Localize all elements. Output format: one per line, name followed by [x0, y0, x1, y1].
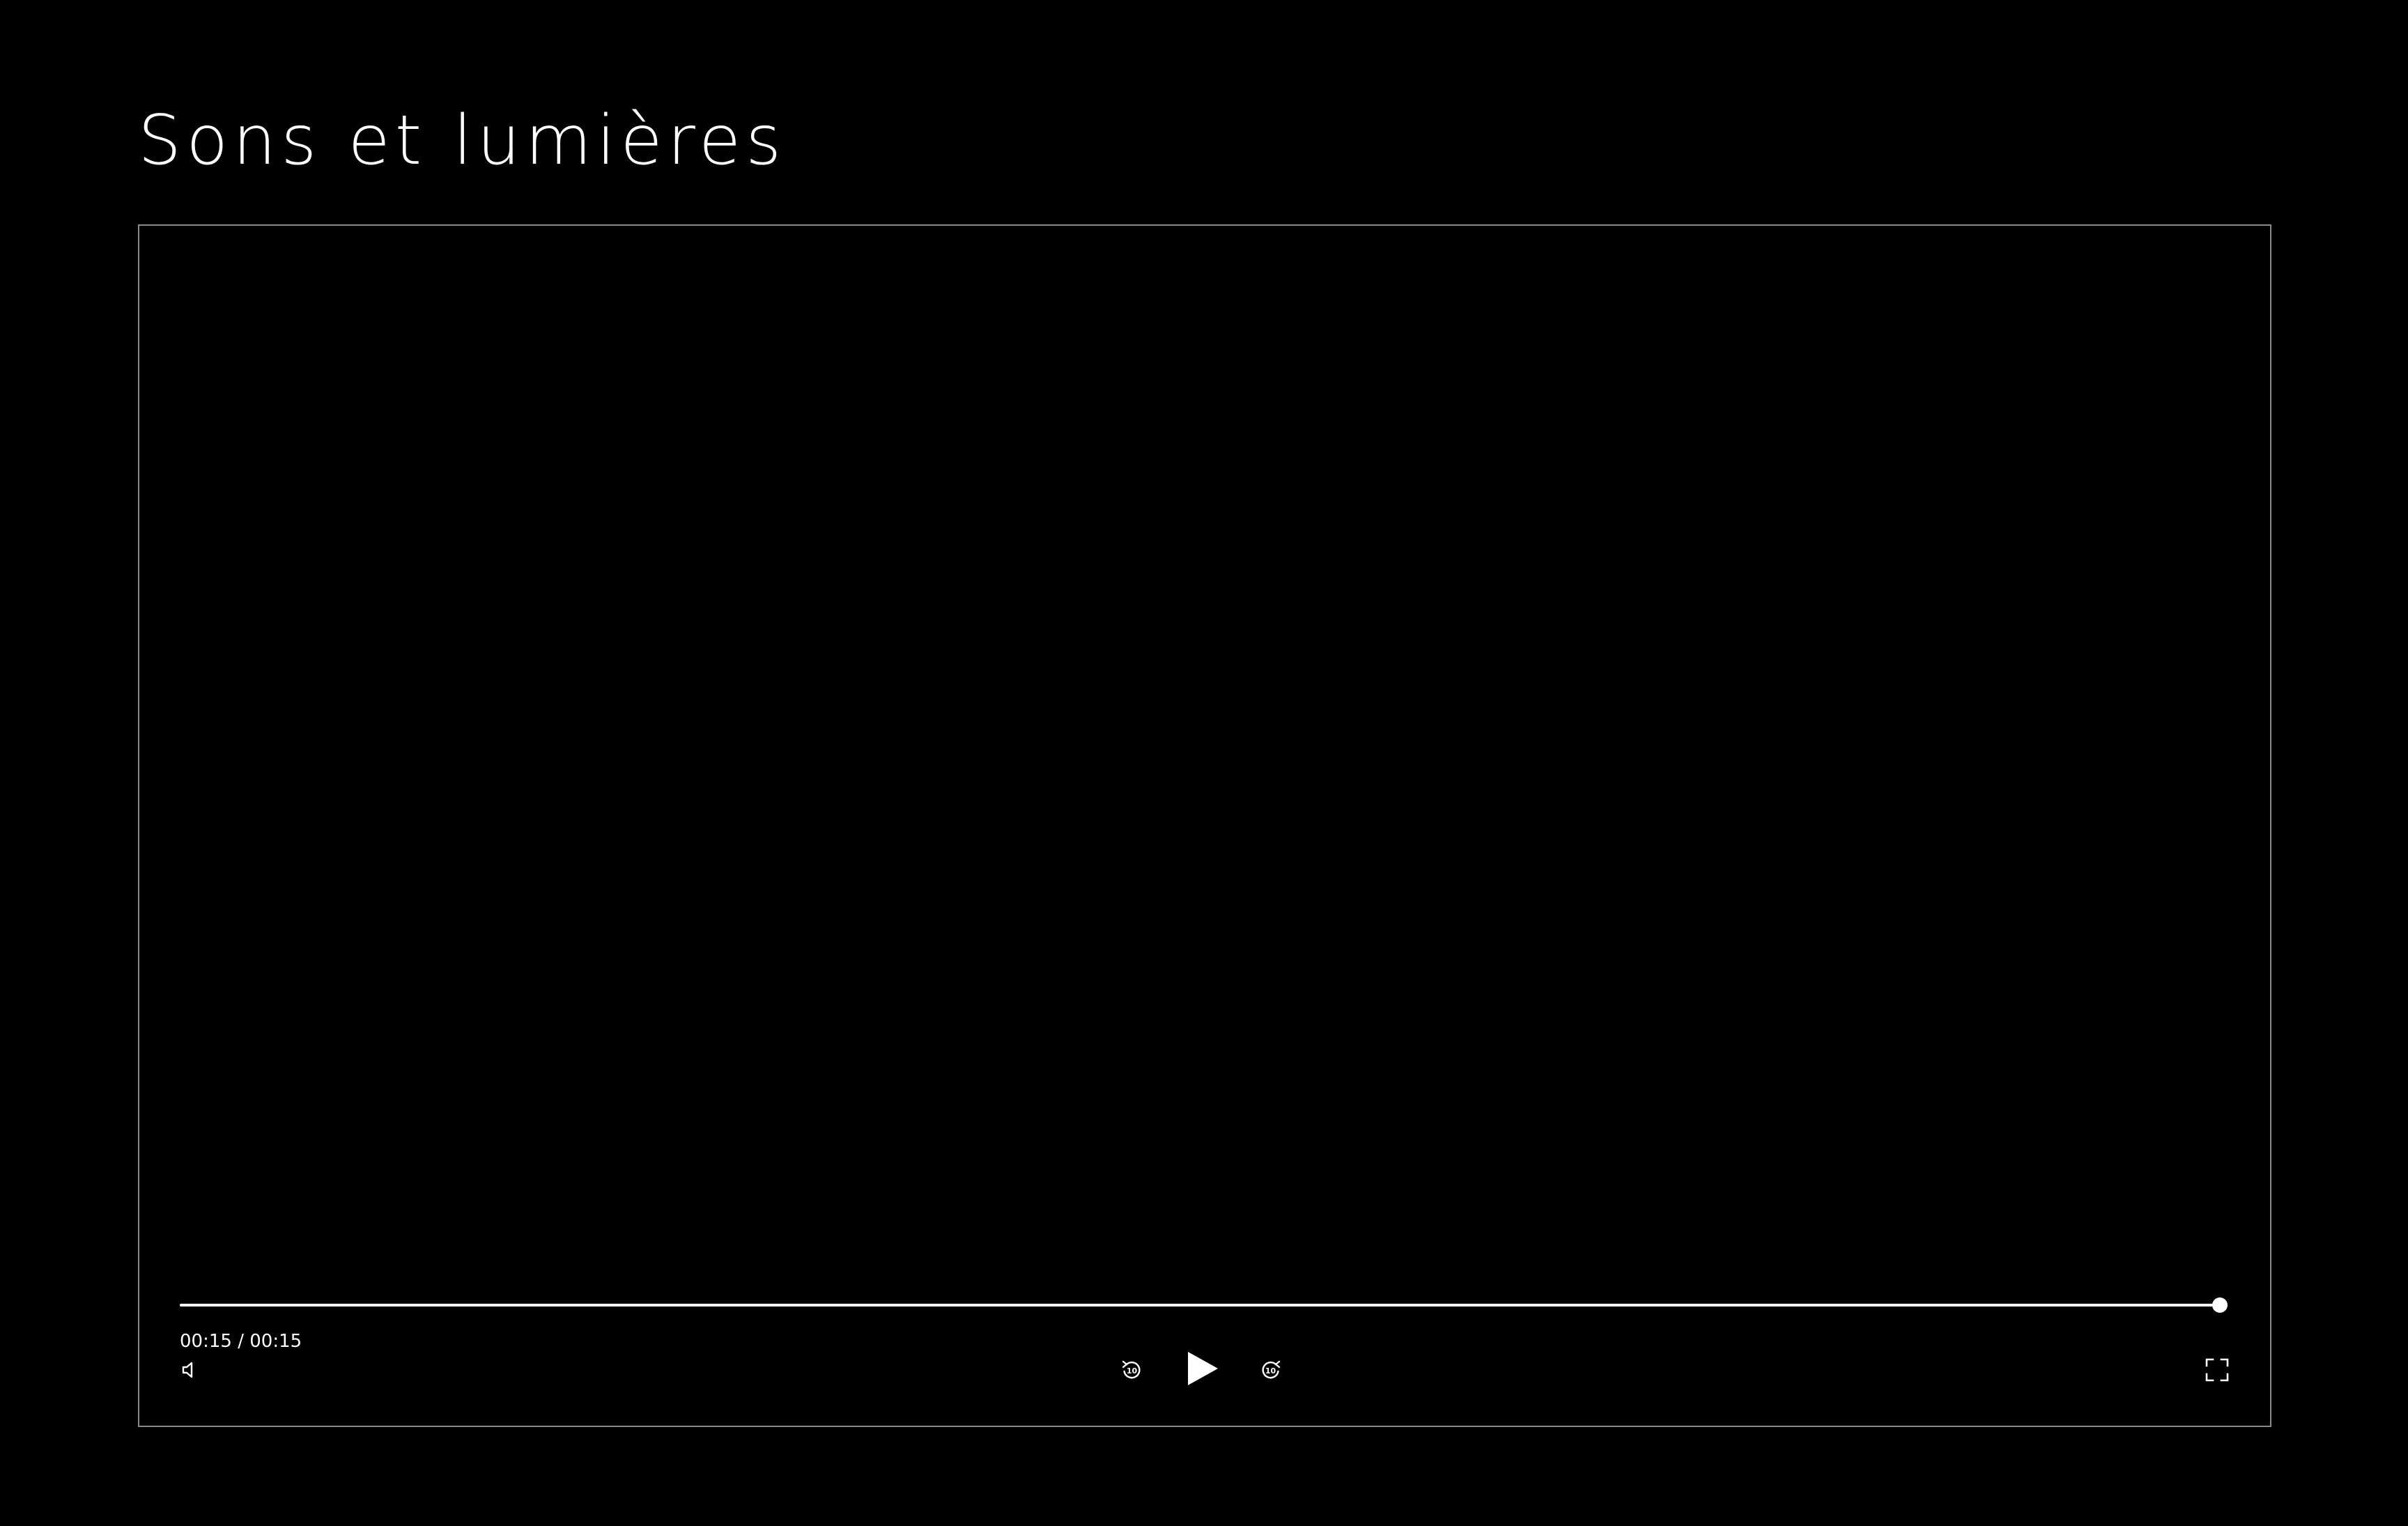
- skip-back-label: 10: [1127, 1366, 1138, 1375]
- time-display: 00:15 / 00:15: [180, 1330, 302, 1353]
- progress-thumb[interactable]: [2212, 1297, 2228, 1313]
- page-title: Sons et lumières: [138, 101, 787, 180]
- current-time: 00:15: [180, 1331, 232, 1352]
- progress-bar[interactable]: [180, 1297, 2228, 1313]
- play-button[interactable]: [1182, 1348, 1224, 1389]
- video-player[interactable]: 00:15 / 00:15 10 10: [138, 224, 2271, 1427]
- page: Sons et lumières 00:15 / 00:15 10 10: [0, 0, 2408, 1526]
- mute-button[interactable]: [176, 1356, 201, 1384]
- play-icon: [1187, 1351, 1219, 1386]
- time-separator: /: [231, 1331, 250, 1352]
- fullscreen-icon: [2205, 1358, 2229, 1382]
- speaker-muted-icon: [181, 1360, 195, 1380]
- duration: 00:15: [249, 1331, 302, 1352]
- progress-fill: [180, 1304, 2220, 1307]
- fullscreen-button[interactable]: [2203, 1356, 2231, 1384]
- skip-back-button[interactable]: 10: [1118, 1356, 1145, 1384]
- rewind-10-icon: 10: [1120, 1359, 1143, 1381]
- forward-10-icon: 10: [1260, 1359, 1282, 1381]
- skip-forward-label: 10: [1265, 1366, 1276, 1375]
- skip-forward-button[interactable]: 10: [1257, 1356, 1285, 1384]
- video-surface[interactable]: [139, 226, 2270, 1426]
